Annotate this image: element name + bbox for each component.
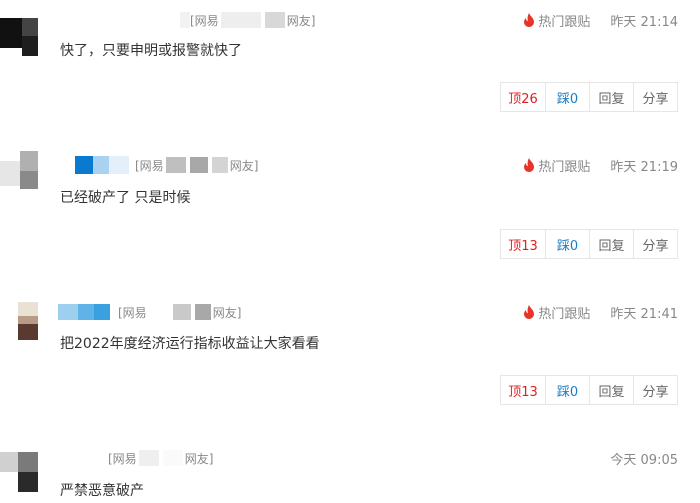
hot-follow-badge: 热门跟贴 xyxy=(523,303,590,322)
avatar[interactable] xyxy=(0,151,40,191)
comment-actions: 顶13 踩0 回复 分享 xyxy=(500,375,678,405)
share-button[interactable]: 分享 xyxy=(633,230,677,258)
share-button[interactable]: 分享 xyxy=(633,376,677,404)
user-tag-prefix: [网易 xyxy=(118,305,147,320)
reply-button[interactable]: 回复 xyxy=(589,83,633,111)
share-button[interactable]: 分享 xyxy=(633,83,677,111)
reply-button[interactable]: 回复 xyxy=(589,376,633,404)
user-tag-suffix: 网友] xyxy=(286,13,316,28)
username[interactable]: [网易 网友] xyxy=(75,155,258,175)
user-tag-suffix: 网友] xyxy=(212,305,242,320)
hot-label: 热门跟贴 xyxy=(538,306,591,322)
comment-item: [网易 网友] 热门跟贴 昨天 21:19 已经破产了 只是时候 顶13 踩0 … xyxy=(0,151,700,265)
reply-button[interactable]: 回复 xyxy=(589,230,633,258)
hot-follow-badge: 热门跟贴 xyxy=(523,11,590,30)
comment-text: 把2022年度经济运行指标收益让大家看看 xyxy=(60,336,320,352)
flame-icon xyxy=(524,305,535,319)
username[interactable]: [网易 网友] xyxy=(58,302,241,322)
user-tag-suffix: 网友] xyxy=(184,451,214,466)
comment-text: 已经破产了 只是时候 xyxy=(60,190,191,206)
user-tag-prefix: [网易 xyxy=(190,13,219,28)
flame-icon xyxy=(524,13,535,27)
downvote-button[interactable]: 踩0 xyxy=(545,376,589,404)
comment-text: 严禁恶意破产 xyxy=(60,483,144,499)
comment-item: [网易 网友] 热门跟贴 昨天 21:14 快了，只要申明或报警就快了 顶26 … xyxy=(0,10,700,120)
avatar[interactable] xyxy=(0,18,40,58)
comment-item: [网易 网友] 今天 09:05 严禁恶意破产 xyxy=(0,448,700,503)
upvote-button[interactable]: 顶26 xyxy=(501,83,545,111)
username[interactable]: [网易 网友] xyxy=(180,10,315,30)
upvote-button[interactable]: 顶13 xyxy=(501,230,545,258)
comment-actions: 顶26 踩0 回复 分享 xyxy=(500,82,678,112)
hot-label: 热门跟贴 xyxy=(538,159,591,175)
comment-time: 昨天 21:19 xyxy=(610,159,678,175)
user-tag-prefix: [网易 xyxy=(135,158,164,173)
hot-label: 热门跟贴 xyxy=(538,14,591,30)
downvote-button[interactable]: 踩0 xyxy=(545,230,589,258)
comment-actions: 顶13 踩0 回复 分享 xyxy=(500,229,678,259)
user-tag-prefix: [网易 xyxy=(108,451,137,466)
comment-time: 昨天 21:14 xyxy=(610,14,678,30)
hot-follow-badge: 热门跟贴 xyxy=(523,156,590,175)
comment-text: 快了，只要申明或报警就快了 xyxy=(60,43,242,59)
user-tag-suffix: 网友] xyxy=(229,158,259,173)
downvote-button[interactable]: 踩0 xyxy=(545,83,589,111)
avatar[interactable] xyxy=(0,452,40,492)
flame-icon xyxy=(524,158,535,172)
upvote-button[interactable]: 顶13 xyxy=(501,376,545,404)
comment-time: 今天 09:05 xyxy=(610,452,678,468)
comment-item: [网易 网友] 热门跟贴 昨天 21:41 把2022年度经济运行指标收益让大家… xyxy=(0,302,700,412)
avatar[interactable] xyxy=(0,302,40,342)
username[interactable]: [网易 网友] xyxy=(58,448,213,468)
comment-time: 昨天 21:41 xyxy=(610,306,678,322)
